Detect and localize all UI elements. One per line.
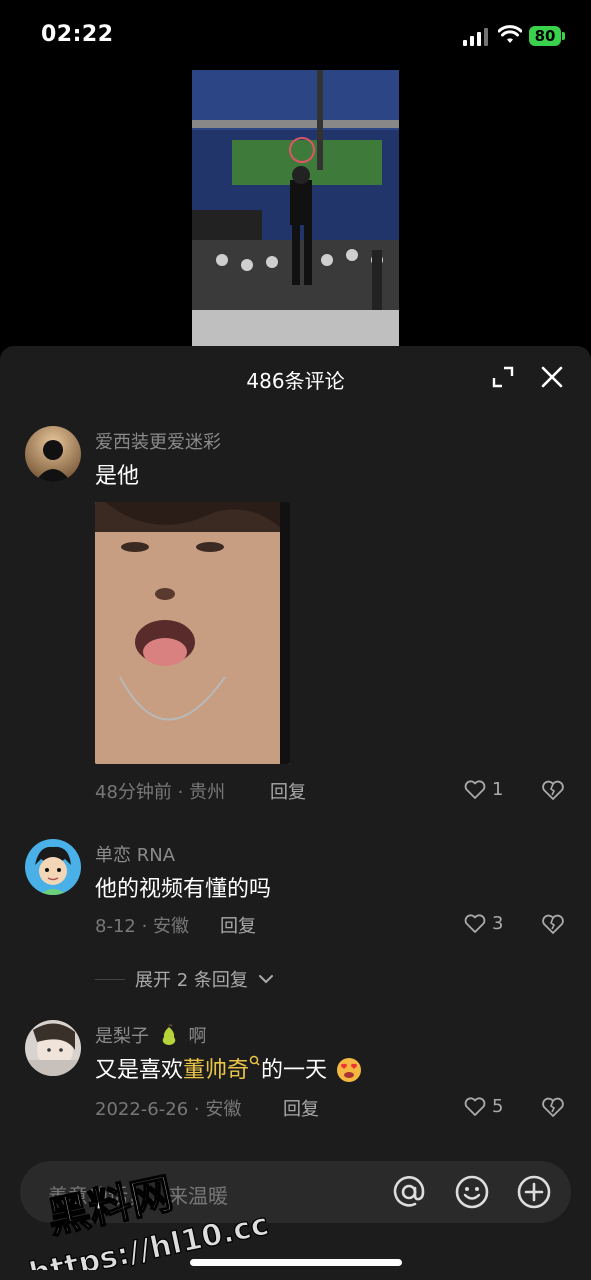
reply-button[interactable]: 回复 — [220, 912, 256, 938]
comment-username[interactable]: 单恋 RNA — [95, 841, 175, 867]
broken-heart-icon[interactable] — [541, 780, 565, 802]
emoji-icon[interactable] — [454, 1174, 490, 1210]
comments-sheet: 486条评论 爱西装更爱迷彩 是他 48分钟前 · 贵州 回复 1 单恋 RNA… — [0, 346, 591, 1280]
comment-time-location: 48分钟前 · 贵州 — [95, 782, 226, 803]
video-thumbnail[interactable] — [192, 70, 399, 346]
heart-icon — [464, 1096, 486, 1116]
cellular-signal-icon — [463, 28, 489, 46]
heart-eyes-emoji-icon — [337, 1058, 362, 1082]
video-frame-image — [192, 70, 399, 346]
comment-input-bar[interactable]: 善意的话，人来温暖 — [20, 1161, 571, 1223]
search-icon[interactable] — [249, 1055, 261, 1069]
comment-input[interactable]: 善意的话，人来温暖 — [48, 1180, 228, 1209]
comment-username[interactable]: 是梨子 啊 — [95, 1022, 206, 1048]
expand-replies-label: 展开 2 条回复 — [135, 970, 248, 991]
wifi-icon — [498, 25, 522, 43]
username-suffix: 啊 — [188, 1026, 207, 1047]
reply-button[interactable]: 回复 — [283, 1095, 319, 1121]
battery-indicator: 80 — [529, 26, 561, 46]
like-button[interactable]: 3 — [464, 913, 503, 934]
broken-heart-icon[interactable] — [541, 914, 565, 936]
avatar[interactable] — [25, 1020, 81, 1076]
like-button[interactable]: 5 — [464, 1096, 503, 1117]
like-count: 3 — [492, 913, 504, 934]
comment-time-location: 8-12 · 安徽 — [95, 916, 190, 937]
broken-heart-icon[interactable] — [541, 1097, 565, 1119]
comment-item: 爱西装更爱迷彩 是他 48分钟前 · 贵州 回复 1 — [0, 346, 591, 816]
comment-username[interactable]: 爱西装更爱迷彩 — [95, 428, 221, 454]
comment-text: 是他 — [95, 464, 140, 489]
comment-text: 又是喜欢董帅奇 的一天 — [95, 1052, 364, 1084]
highlight-link[interactable]: 董帅奇 — [183, 1058, 249, 1083]
mention-icon[interactable] — [391, 1174, 427, 1210]
comment-text: 他的视频有懂的吗 — [95, 877, 272, 902]
status-bar: 02:22 80 — [0, 0, 591, 70]
chevron-down-icon — [258, 975, 273, 984]
expand-replies-button[interactable]: 展开 2 条回复 — [95, 966, 274, 992]
comment-time-location: 2022-6-26 · 安徽 — [95, 1099, 242, 1120]
like-button[interactable]: 1 — [464, 779, 503, 800]
comment-text-part: 的一天 — [261, 1058, 328, 1083]
reply-button[interactable]: 回复 — [270, 778, 306, 804]
pear-emoji-icon — [162, 1024, 176, 1045]
heart-icon — [464, 779, 486, 799]
battery-tip — [562, 32, 565, 40]
avatar[interactable] — [25, 839, 81, 895]
status-time: 02:22 — [41, 22, 114, 47]
divider-line — [95, 978, 125, 980]
heart-icon — [464, 913, 486, 933]
like-count: 1 — [492, 779, 504, 800]
comment-text-part: 又是喜欢 — [95, 1058, 184, 1083]
add-icon[interactable] — [516, 1174, 552, 1210]
username-text: 是梨子 — [95, 1026, 149, 1047]
comment-image[interactable] — [95, 502, 290, 764]
home-indicator — [190, 1259, 402, 1266]
avatar[interactable] — [25, 426, 81, 482]
like-count: 5 — [492, 1096, 504, 1117]
